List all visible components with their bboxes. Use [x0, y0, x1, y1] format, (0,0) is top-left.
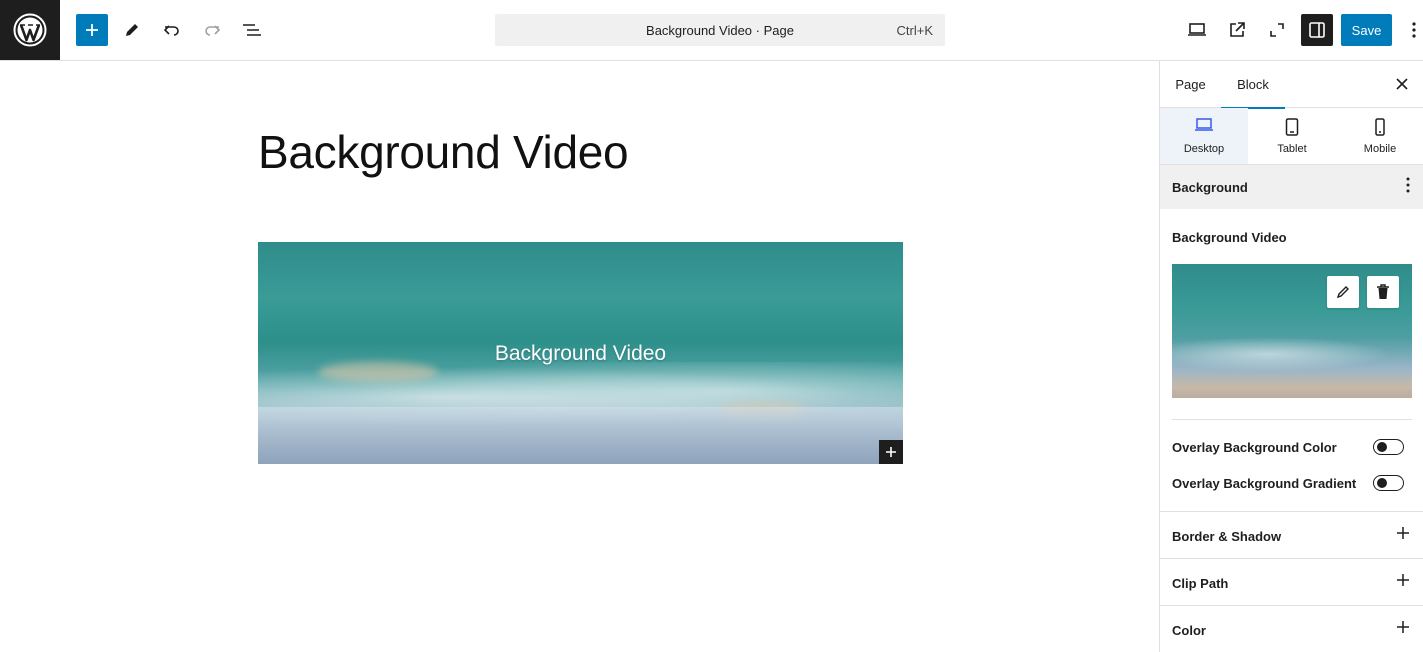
kebab-icon: [1412, 22, 1416, 38]
post-title[interactable]: Background Video: [258, 125, 629, 179]
pencil-icon: [1336, 286, 1349, 299]
close-icon: [1396, 78, 1408, 90]
tab-page[interactable]: Page: [1160, 61, 1221, 108]
overlay-gradient-toggle[interactable]: [1373, 475, 1404, 491]
sidebar-icon: [1309, 22, 1325, 38]
overlay-color-toggle[interactable]: [1373, 439, 1404, 455]
device-label: Desktop: [1183, 143, 1225, 155]
wordpress-logo[interactable]: [0, 0, 60, 60]
device-desktop[interactable]: Desktop: [1160, 108, 1248, 164]
redo-icon: [205, 25, 221, 36]
document-overview-button[interactable]: [236, 14, 268, 46]
wordpress-icon: [13, 13, 47, 47]
panel-title: Border & Shadow: [1172, 529, 1282, 544]
edit-video-button[interactable]: [1327, 276, 1359, 308]
video-frame-shore: [258, 407, 903, 464]
toggle-label: Overlay Background Color: [1172, 440, 1337, 455]
panel-title: Color: [1172, 623, 1206, 638]
background-video-block[interactable]: Background Video: [258, 242, 903, 464]
panel-options-button[interactable]: [1406, 177, 1410, 196]
plus-icon: [1396, 620, 1410, 637]
overlay-color-toggle-row: Overlay Background Color: [1172, 438, 1412, 458]
overlay-gradient-toggle-row: Overlay Background Gradient: [1172, 474, 1412, 494]
editor-toolbar: Background Video · Page Ctrl+K Save: [0, 0, 1423, 61]
options-menu-button[interactable]: [1404, 14, 1423, 46]
device-mobile[interactable]: Mobile: [1336, 108, 1423, 164]
sidebar-tabs: Page Block: [1160, 61, 1423, 109]
panel-clip-path[interactable]: Clip Path: [1160, 558, 1423, 605]
redo-button[interactable]: [196, 14, 228, 46]
plus-icon: [86, 24, 98, 36]
editor-canvas: Background Video Background Video: [0, 61, 1159, 652]
kebab-icon: [1406, 177, 1410, 193]
view-page-button[interactable]: [1221, 14, 1253, 46]
list-view-icon: [243, 24, 261, 36]
pencil-icon: [126, 24, 138, 36]
desktop-icon: [1195, 118, 1213, 131]
undo-button[interactable]: [156, 14, 188, 46]
panel-border-shadow[interactable]: Border & Shadow: [1160, 511, 1423, 558]
save-button[interactable]: Save: [1341, 14, 1392, 46]
background-video-label: Background Video: [1172, 230, 1287, 245]
panel-color[interactable]: Color: [1160, 605, 1423, 652]
device-tablet[interactable]: Tablet: [1248, 108, 1336, 164]
plus-icon: [1396, 526, 1410, 543]
command-palette-bar[interactable]: Background Video · Page Ctrl+K: [495, 14, 945, 46]
panel-title: Background: [1172, 180, 1248, 195]
panel-title: Clip Path: [1172, 576, 1229, 591]
divider: [1172, 419, 1412, 420]
device-switcher: Desktop Tablet Mobile: [1160, 108, 1423, 165]
thumbnail-foam: [1172, 334, 1412, 374]
plus-icon: [1396, 573, 1410, 590]
toggle-label: Overlay Background Gradient: [1172, 476, 1357, 491]
remove-video-button[interactable]: [1367, 276, 1399, 308]
tools-button[interactable]: [116, 14, 148, 46]
fullscreen-icon: [1270, 23, 1284, 37]
settings-sidebar: Page Block Desktop Tablet Mobile Backgro…: [1159, 61, 1423, 652]
close-sidebar-button[interactable]: [1390, 72, 1414, 96]
mobile-icon: [1375, 118, 1385, 136]
device-label: Mobile: [1363, 143, 1397, 155]
trash-icon: [1377, 284, 1389, 299]
external-link-icon: [1230, 22, 1245, 37]
tablet-icon: [1285, 118, 1299, 136]
preview-button[interactable]: [1181, 14, 1213, 46]
background-panel-header[interactable]: Background: [1160, 165, 1423, 209]
fullscreen-button[interactable]: [1261, 14, 1293, 46]
desktop-preview-icon: [1188, 23, 1206, 36]
add-block-button[interactable]: [76, 14, 108, 46]
settings-toggle-button[interactable]: [1301, 14, 1333, 46]
keyboard-shortcut: Ctrl+K: [896, 23, 933, 38]
document-title: Background Video · Page: [646, 23, 794, 38]
device-label: Tablet: [1277, 143, 1307, 155]
video-block-heading[interactable]: Background Video: [258, 342, 903, 366]
tab-block[interactable]: Block: [1221, 61, 1285, 109]
video-thumbnail: [1172, 264, 1412, 398]
block-inserter-button[interactable]: [879, 440, 903, 464]
undo-icon: [163, 25, 179, 36]
plus-icon: [886, 447, 896, 457]
